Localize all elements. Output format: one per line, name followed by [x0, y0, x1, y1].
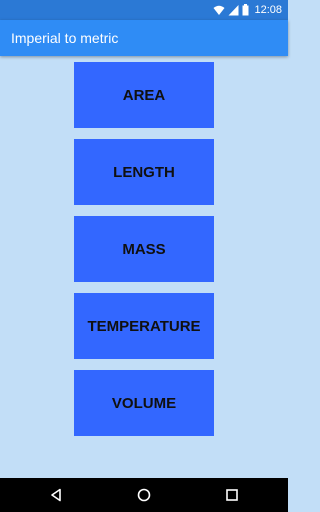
wifi-icon: [213, 4, 225, 16]
mass-button[interactable]: MASS: [74, 216, 214, 282]
volume-button[interactable]: VOLUME: [74, 370, 214, 436]
home-icon[interactable]: [124, 478, 164, 512]
status-icons: 12:08: [213, 0, 282, 20]
app-bar: Imperial to metric: [0, 20, 288, 56]
conversion-menu: AREA LENGTH MASS TEMPERATURE VOLUME: [74, 62, 214, 447]
length-button[interactable]: LENGTH: [74, 139, 214, 205]
area-button[interactable]: AREA: [74, 62, 214, 128]
navigation-bar: [0, 478, 288, 512]
clock: 12:08: [254, 4, 282, 16]
temperature-button[interactable]: TEMPERATURE: [74, 293, 214, 359]
cell-signal-icon: [228, 4, 239, 16]
status-bar: 12:08: [0, 0, 288, 20]
recents-icon[interactable]: [212, 478, 252, 512]
app-title: Imperial to metric: [11, 30, 119, 46]
back-icon[interactable]: [36, 478, 76, 512]
battery-icon: [242, 4, 249, 16]
